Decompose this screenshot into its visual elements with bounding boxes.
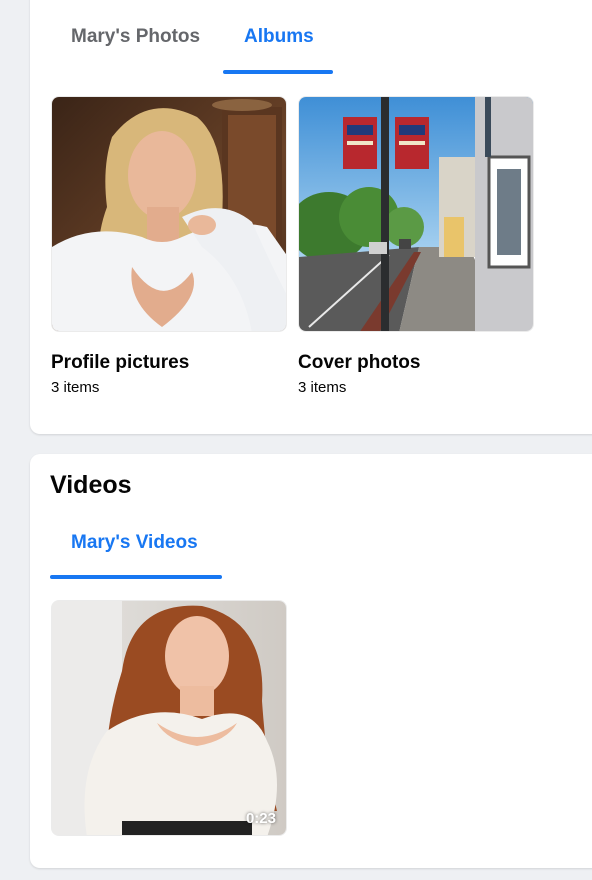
album-title[interactable]: Cover photos bbox=[298, 352, 420, 374]
section-title: Videos bbox=[50, 471, 132, 499]
portrait-video-image bbox=[52, 601, 286, 835]
tab-marys-videos[interactable]: Mary's Videos bbox=[71, 532, 198, 554]
video-duration: 0:23 bbox=[245, 810, 276, 827]
active-tab-indicator bbox=[50, 575, 222, 579]
video-thumbnail[interactable]: 0:23 bbox=[51, 600, 287, 836]
album-item-count: 3 items bbox=[298, 379, 347, 396]
album-title[interactable]: Profile pictures bbox=[51, 352, 189, 374]
albums-card: Mary's Photos Albums Profile pictures 3 … bbox=[30, 0, 592, 434]
portrait-photo-image bbox=[52, 97, 286, 331]
active-tab-indicator bbox=[223, 70, 333, 74]
album-thumbnail-profile-pictures[interactable] bbox=[51, 96, 287, 332]
videos-card: Videos Mary's Videos 0:23 bbox=[30, 454, 592, 868]
tab-marys-photos[interactable]: Mary's Photos bbox=[71, 26, 200, 48]
album-thumbnail-cover-photos[interactable] bbox=[298, 96, 534, 332]
tab-albums[interactable]: Albums bbox=[244, 26, 314, 48]
street-photo-image bbox=[299, 97, 533, 331]
album-item-count: 3 items bbox=[51, 379, 100, 396]
